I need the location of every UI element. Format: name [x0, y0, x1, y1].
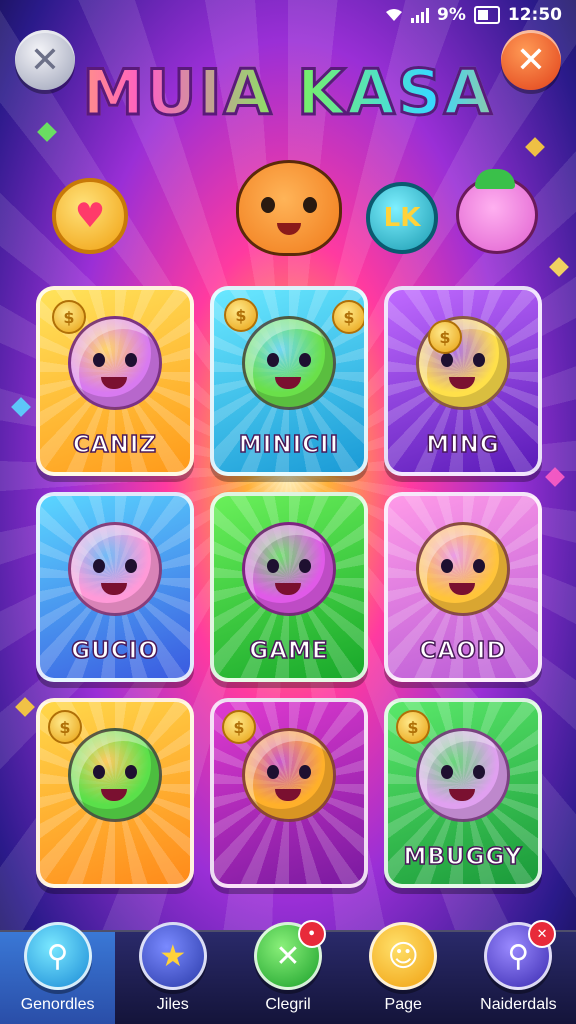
card-character [68, 521, 162, 616]
search-icon: ⚲ [23, 922, 92, 990]
bottom-nav: ⚲ Genordles ★ Jiles ✕ • Clegril ☺ Page ⚲ ✕ Naiderda… [0, 920, 576, 1024]
game-title: MUIA KASA [0, 55, 576, 131]
nav-label: Naiderdals [480, 996, 557, 1013]
game-card-grid: CANIZ $ MINICII $ $ MING $ GUCIO GAME CAOID $ $ MBUG… [36, 286, 542, 888]
character-mouth [449, 582, 475, 595]
nav-label: Jiles [156, 996, 189, 1013]
card-label: CAOID [419, 637, 507, 665]
character-eyes [441, 764, 485, 779]
card-character [68, 315, 162, 410]
star-icon: ★ [138, 922, 207, 990]
card-label: MINICII [238, 431, 340, 459]
card-character [242, 521, 336, 616]
coin-icon: $ [52, 300, 86, 334]
status-bar: 9% 12:50 [0, 0, 576, 30]
character-mouth [449, 376, 475, 389]
nav-item[interactable]: ⚲ ✕ Naiderdals [461, 920, 576, 1024]
game-card[interactable]: MINICII $ $ [210, 286, 368, 476]
nav-label: Page [384, 996, 422, 1013]
card-label: CANIZ [72, 431, 158, 459]
lk-badge-text: LK [383, 203, 421, 233]
coin-icon: $ [332, 300, 364, 334]
character-mouth [275, 788, 301, 801]
character-eyes [441, 558, 485, 573]
card-label: MING [425, 431, 500, 459]
battery-icon [473, 6, 500, 24]
card-label: GAME [249, 637, 329, 665]
card-character [68, 727, 162, 822]
nav-label: Clegril [265, 996, 311, 1013]
heart-icon: ♥ [74, 196, 106, 236]
battery-text: 9% [437, 5, 466, 25]
coin-icon: $ [48, 710, 82, 744]
mascot-mouth [277, 223, 301, 235]
character-mouth [449, 788, 475, 801]
game-card[interactable]: MBUGGY $ [384, 698, 542, 888]
nav-item[interactable]: ✕ • Clegril [230, 920, 345, 1024]
game-card[interactable]: $ [36, 698, 194, 888]
nav-item[interactable]: ⚲ Genordles [0, 922, 116, 1024]
coin-icon: $ [222, 710, 256, 744]
wifi-icon [386, 9, 402, 21]
character-eyes [441, 352, 485, 367]
card-character [242, 315, 336, 410]
game-card[interactable]: GAME [210, 492, 368, 682]
character-mouth [101, 376, 127, 389]
character-eyes [267, 764, 311, 779]
game-card[interactable]: CANIZ $ [36, 286, 194, 476]
game-card[interactable]: CAOID [384, 492, 542, 682]
character-mouth [275, 376, 301, 389]
card-label: GUCIO [70, 637, 159, 665]
character-eyes [267, 558, 311, 573]
game-card[interactable]: MING $ [384, 286, 542, 476]
card-character [242, 727, 336, 822]
signal-icon [411, 7, 429, 23]
card-label: MBUGGY [403, 843, 523, 871]
character-eyes [93, 558, 137, 573]
character-eyes [267, 352, 311, 367]
character-eyes [93, 764, 137, 779]
character-eyes [93, 352, 137, 367]
coin-icon: $ [396, 710, 430, 744]
nav-label: Genordles [20, 996, 95, 1013]
coin-icon: $ [224, 298, 258, 332]
nav-item[interactable]: ☺ Page [346, 922, 461, 1024]
game-card[interactable]: GUCIO [36, 492, 194, 682]
card-character [416, 521, 510, 616]
notification-badge: ✕ [528, 920, 557, 948]
status-time: 12:50 [507, 5, 562, 25]
character-mouth [275, 582, 301, 595]
game-card[interactable]: $ [210, 698, 368, 888]
character-mouth [101, 582, 127, 595]
pink-character [456, 169, 538, 254]
coin-icon: $ [428, 320, 462, 354]
character-mouth [101, 788, 127, 801]
face-icon: ☺ [369, 922, 438, 990]
lk-badge-button[interactable]: LK [366, 182, 438, 254]
mascot-eyes [261, 197, 317, 213]
card-character [416, 727, 510, 822]
notification-badge: • [297, 920, 326, 948]
heart-coin-button[interactable]: ♥ [52, 178, 128, 254]
nav-item[interactable]: ★ Jiles [115, 922, 230, 1024]
mascot-character [236, 160, 342, 256]
